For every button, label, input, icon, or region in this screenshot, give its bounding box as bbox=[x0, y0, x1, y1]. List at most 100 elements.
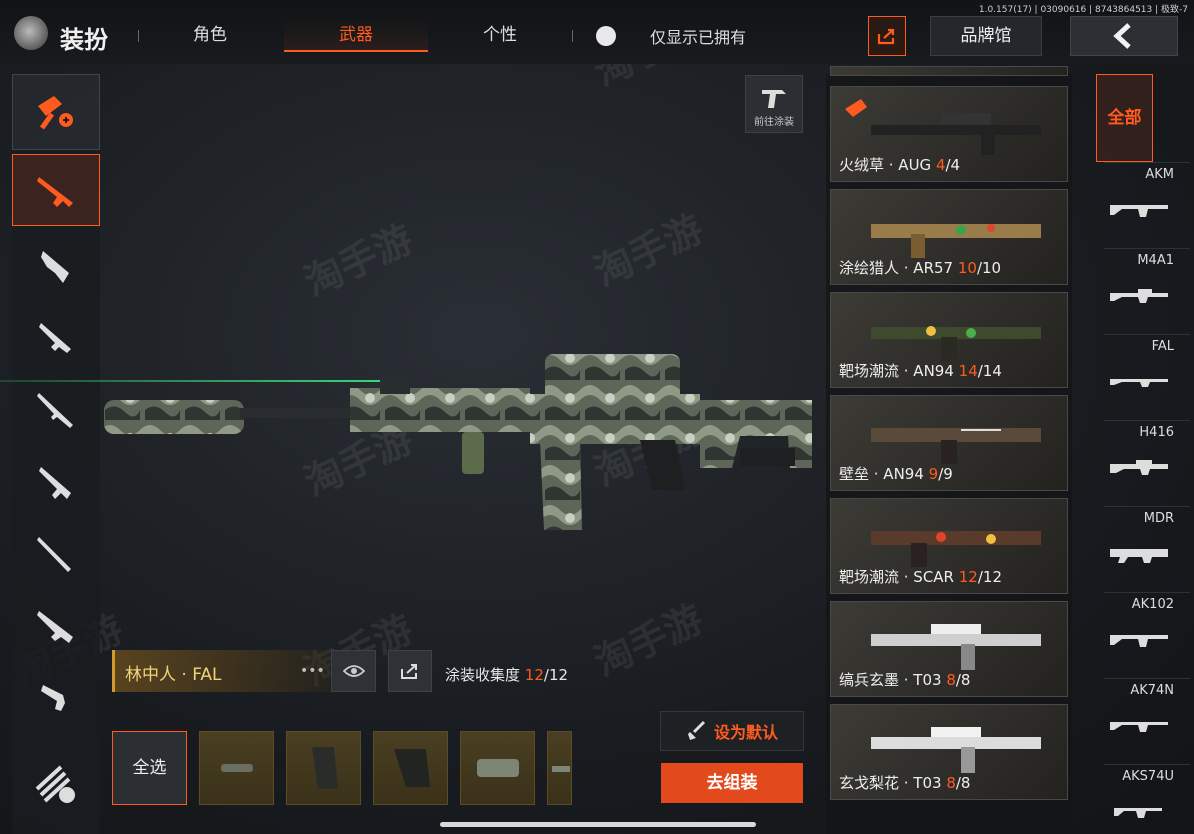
shotgun-icon bbox=[39, 323, 71, 353]
skin-card[interactable]: 壁垒 · AN94 9/9 bbox=[830, 395, 1068, 491]
category-bolt-rifle[interactable] bbox=[12, 518, 100, 590]
filter-weapon-aks74u[interactable]: AKS74U bbox=[1104, 764, 1190, 834]
category-assault-rifle[interactable] bbox=[12, 154, 100, 226]
set-default-button[interactable]: 设为默认 bbox=[660, 711, 804, 751]
skin-list: 火绒草 · AUG 4/4 涂绘猎人 · AR57 10/10 靶场潮流 · A… bbox=[826, 66, 1072, 834]
stock-icon bbox=[551, 766, 570, 772]
part-muzzle[interactable] bbox=[199, 731, 274, 805]
collection-progress: 涂装收集度 12/12 bbox=[445, 664, 568, 685]
skin-label: 涂绘猎人 · AR57 10/10 bbox=[839, 259, 1002, 277]
more-options-icon[interactable]: ••• bbox=[300, 663, 325, 679]
assemble-button[interactable]: 去组装 bbox=[661, 763, 803, 803]
tab-personality[interactable]: 个性 bbox=[440, 18, 560, 52]
weapon-category-sidebar bbox=[12, 74, 100, 834]
weapon-name: MDR bbox=[1143, 511, 1174, 526]
filter-all-button[interactable]: 全部 bbox=[1096, 74, 1153, 162]
page-title: 装扮 bbox=[60, 26, 108, 54]
filter-weapon-fal[interactable]: FAL bbox=[1104, 334, 1190, 420]
tab-weapons[interactable]: 武器 bbox=[284, 18, 428, 52]
filter-weapon-akm[interactable]: AKM bbox=[1104, 162, 1190, 248]
sniper-rifle-icon bbox=[37, 393, 73, 428]
rifle-silhouette-icon bbox=[1114, 808, 1162, 818]
part-grip[interactable] bbox=[286, 731, 361, 805]
share-icon bbox=[877, 28, 895, 45]
collection-label: 涂装收集度 bbox=[445, 666, 521, 684]
back-button[interactable] bbox=[1070, 16, 1178, 56]
grip-icon bbox=[311, 747, 338, 789]
skin-label: 靶场潮流 · AN94 14/14 bbox=[839, 362, 1002, 380]
category-melee[interactable] bbox=[12, 744, 100, 824]
player-avatar[interactable] bbox=[14, 16, 48, 50]
top-bar: 1.0.157(17) | 03090616 | 8743864513 | 极致… bbox=[0, 0, 1194, 64]
assault-rifle-icon bbox=[37, 177, 73, 207]
category-shotgun[interactable] bbox=[12, 302, 100, 374]
goto-paint-button[interactable]: 前往涂装 bbox=[745, 75, 803, 133]
rifle-silhouette-icon bbox=[1110, 722, 1168, 732]
weapon-name: M4A1 bbox=[1137, 253, 1174, 268]
skin-card[interactable]: 靶场潮流 · AN94 14/14 bbox=[830, 292, 1068, 388]
category-smg[interactable] bbox=[12, 230, 100, 302]
weapon-preview[interactable] bbox=[100, 340, 820, 540]
melee-icon bbox=[35, 765, 75, 803]
skin-card[interactable]: 靶场潮流 · SCAR 12/12 bbox=[830, 498, 1068, 594]
share-icon bbox=[401, 664, 417, 679]
skin-label: 缟兵玄墨 · T03 8/8 bbox=[839, 671, 971, 689]
weapon-name: AKS74U bbox=[1122, 769, 1174, 784]
category-lmg[interactable] bbox=[12, 590, 100, 662]
skin-name-bar[interactable]: 林中人 · FAL bbox=[112, 650, 330, 692]
dmr-icon bbox=[39, 467, 71, 499]
part-foregrip[interactable] bbox=[373, 731, 448, 805]
share-skin-button[interactable] bbox=[388, 650, 432, 692]
an94-skin-icon bbox=[871, 428, 1041, 464]
skin-card[interactable]: 火绒草 · AUG 4/4 bbox=[830, 86, 1068, 182]
ar57-skin-icon bbox=[871, 224, 1041, 258]
home-indicator[interactable] bbox=[440, 822, 756, 827]
paint-category[interactable] bbox=[12, 74, 100, 150]
rifle-silhouette-icon bbox=[1110, 289, 1168, 303]
lmg-icon bbox=[37, 611, 73, 643]
bolt-rifle-icon bbox=[37, 537, 71, 572]
skin-label: 玄戈梨花 · T03 8/8 bbox=[839, 774, 971, 792]
back-arrow-icon bbox=[1113, 23, 1131, 49]
tab-character[interactable]: 角色 bbox=[150, 18, 270, 52]
select-all-button[interactable]: 全选 bbox=[112, 731, 187, 805]
rifle-silhouette-icon bbox=[1110, 205, 1168, 217]
brush-icon bbox=[687, 720, 706, 740]
skin-card[interactable]: 缟兵玄墨 · T03 8/8 bbox=[830, 601, 1068, 697]
category-dmr[interactable] bbox=[12, 446, 100, 518]
skin-label: 靶场潮流 · SCAR 12/12 bbox=[839, 568, 1002, 586]
brand-hall-button[interactable]: 品牌馆 bbox=[930, 16, 1042, 56]
owned-only-toggle[interactable] bbox=[596, 26, 616, 46]
filter-weapon-ak102[interactable]: AK102 bbox=[1104, 592, 1190, 678]
scope-icon bbox=[476, 759, 519, 777]
eye-icon bbox=[342, 665, 365, 677]
rifle-silhouette-icon bbox=[1110, 635, 1168, 647]
weapon-name: AKM bbox=[1145, 167, 1174, 182]
weapon-filter: 全部 AKM M4A1 FAL H416 MDR AK102 AK74N AKS… bbox=[1096, 74, 1194, 834]
divider bbox=[572, 30, 573, 42]
category-sniper[interactable] bbox=[12, 374, 100, 446]
share-button[interactable] bbox=[868, 16, 906, 56]
t03-skin-icon bbox=[871, 624, 1041, 670]
owned-only-label: 仅显示已拥有 bbox=[650, 28, 747, 47]
scar-skin-icon bbox=[871, 531, 1041, 567]
filter-weapon-mdr[interactable]: MDR bbox=[1104, 506, 1190, 592]
muzzle-icon bbox=[220, 764, 253, 772]
skin-card[interactable]: 玄戈梨花 · T03 8/8 bbox=[830, 704, 1068, 800]
paint-tool-icon bbox=[38, 96, 73, 130]
rifle-silhouette-icon bbox=[1110, 379, 1168, 387]
weapon-name: AK74N bbox=[1130, 683, 1174, 698]
weapon-name: FAL bbox=[1151, 339, 1174, 354]
pistol-icon bbox=[41, 685, 65, 711]
category-pistol[interactable] bbox=[12, 662, 100, 734]
skin-card[interactable]: 涂绘猎人 · AR57 10/10 bbox=[830, 189, 1068, 285]
filter-weapon-ak74n[interactable]: AK74N bbox=[1104, 678, 1190, 764]
filter-weapon-m4a1[interactable]: M4A1 bbox=[1104, 248, 1190, 334]
skin-name: 林中人 · FAL bbox=[125, 665, 222, 685]
filter-weapon-h416[interactable]: H416 bbox=[1104, 420, 1190, 506]
preview-button[interactable] bbox=[331, 650, 376, 692]
part-stock[interactable] bbox=[547, 731, 572, 805]
collection-current: 12 bbox=[524, 666, 544, 684]
part-scope[interactable] bbox=[460, 731, 535, 805]
rifle-silhouette-icon bbox=[1110, 460, 1168, 475]
